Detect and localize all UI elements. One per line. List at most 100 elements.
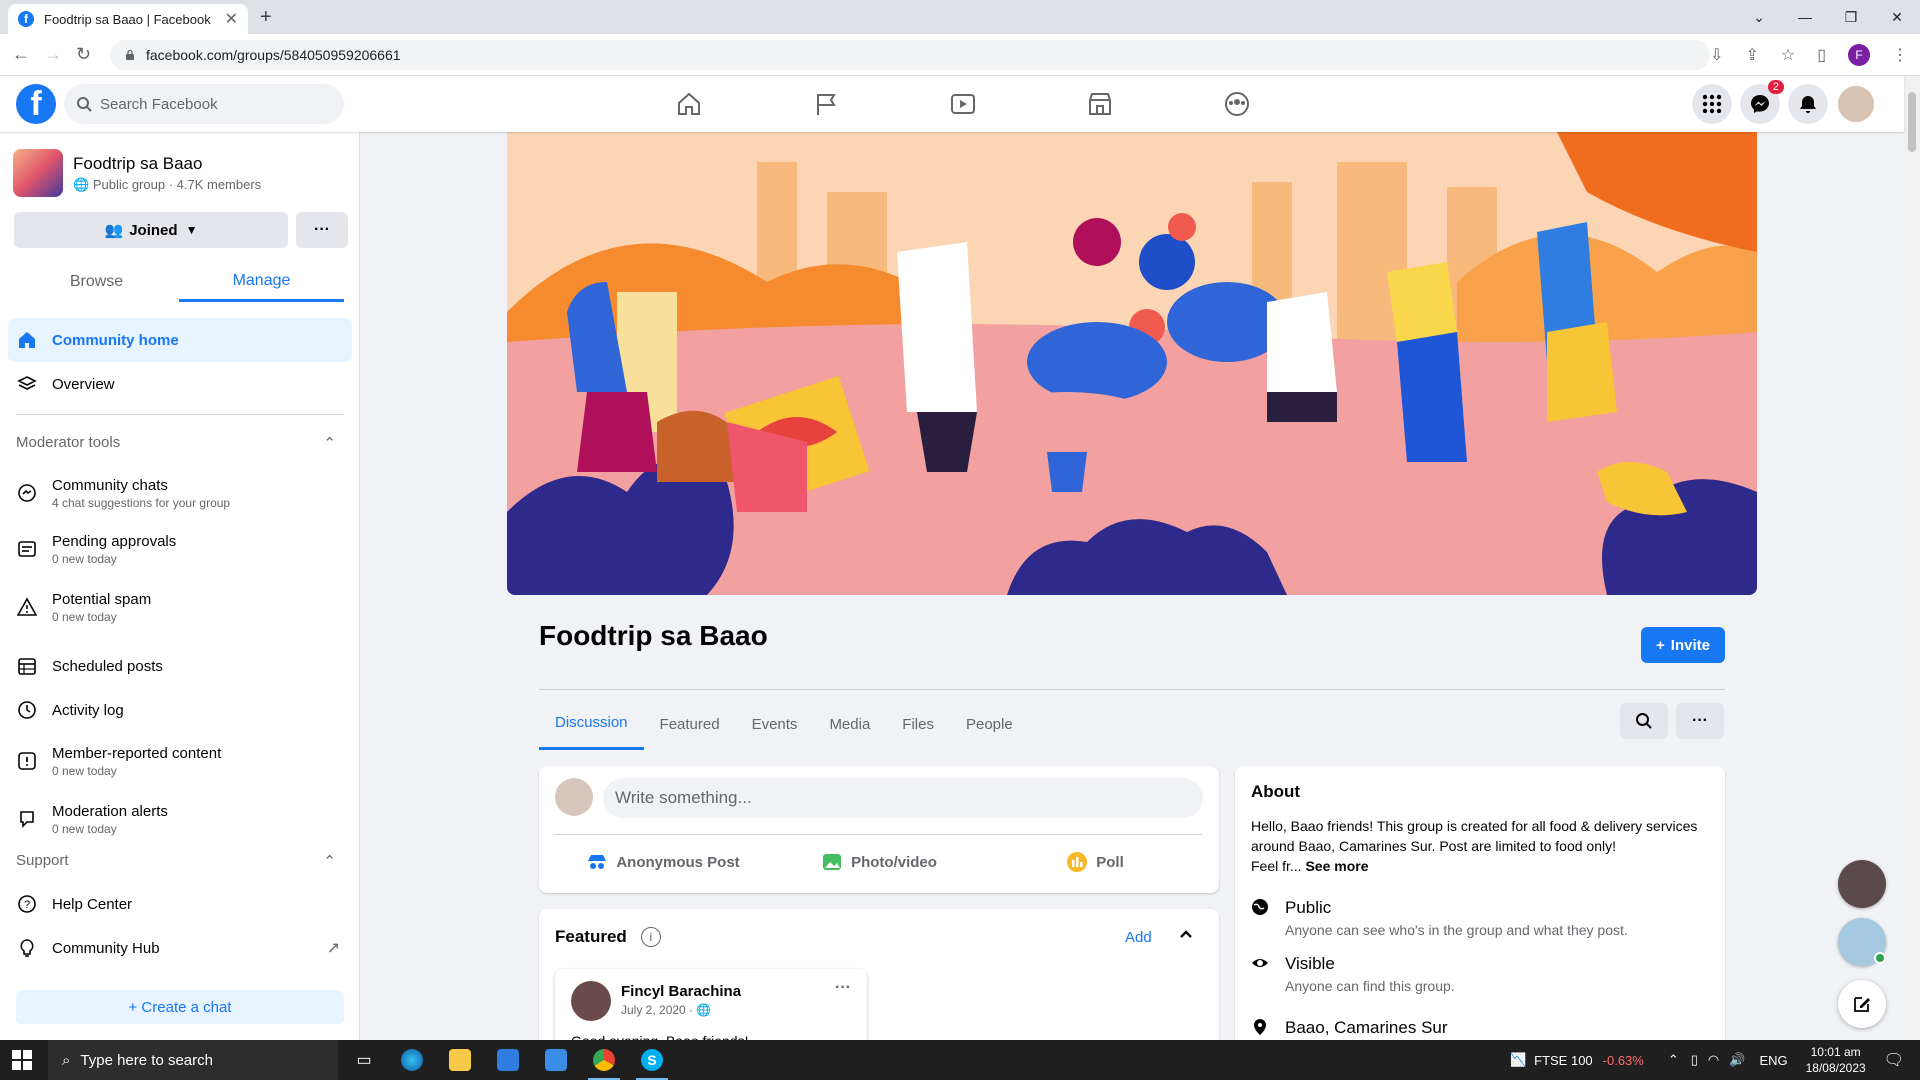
minimize-button[interactable]: —: [1782, 0, 1828, 34]
sidebar-item-help-center[interactable]: ? Help Center: [8, 882, 352, 926]
nav-pages[interactable]: [757, 76, 894, 132]
volume-icon[interactable]: 🔊: [1729, 1052, 1745, 1068]
chevron-up-icon[interactable]: ⌃: [323, 852, 336, 870]
tab-events[interactable]: Events: [736, 698, 814, 750]
browser-profile-avatar[interactable]: F: [1848, 44, 1870, 66]
scrollbar-thumb[interactable]: [1908, 92, 1916, 152]
restore-button[interactable]: ❐: [1828, 0, 1874, 34]
nav-home[interactable]: [620, 76, 757, 132]
file-explorer-icon[interactable]: [436, 1040, 484, 1080]
group-cover-photo: [507, 132, 1757, 595]
browser-tab[interactable]: f Foodtrip sa Baao | Facebook ✕: [8, 4, 248, 34]
chevron-up-icon[interactable]: [1179, 929, 1193, 939]
tab-featured[interactable]: Featured: [644, 698, 736, 750]
anonymous-post-button[interactable]: Anonymous Post: [555, 842, 771, 882]
store-icon[interactable]: [484, 1040, 532, 1080]
page-scrollbar[interactable]: [1904, 76, 1920, 1040]
back-button[interactable]: ←: [12, 44, 30, 65]
sidebar-divider: [16, 414, 344, 415]
windows-start-icon[interactable]: [12, 1050, 32, 1070]
write-something-input[interactable]: Write something...: [603, 778, 1203, 818]
sidebar-item-overview[interactable]: Overview: [8, 362, 352, 406]
reload-button[interactable]: ↻: [76, 44, 91, 65]
sidebar-item-moderation-alerts[interactable]: Moderation alerts 0 new today: [8, 794, 352, 844]
browser-menu-icon[interactable]: ⋮: [1892, 45, 1908, 65]
tab-media[interactable]: Media: [813, 698, 886, 750]
messenger-button[interactable]: 2: [1740, 80, 1784, 124]
notification-center-icon[interactable]: 🗨: [1884, 1050, 1904, 1070]
facebook-search-input[interactable]: Search Facebook: [64, 84, 344, 124]
chat-head-avatar[interactable]: [1838, 860, 1886, 908]
mail-icon[interactable]: [532, 1040, 580, 1080]
create-chat-button[interactable]: + Create a chat: [16, 990, 344, 1024]
featured-post-card[interactable]: Fincyl Barachina July 2, 2020 · 🌐 ··· Go…: [555, 969, 867, 1049]
photo-video-button[interactable]: Photo/video: [771, 842, 987, 882]
moderator-tools-header[interactable]: Moderator tools ⌃: [16, 434, 336, 452]
stock-ticker-widget[interactable]: 📉 FTSE 100 -0.63%: [1510, 1052, 1644, 1068]
group-more-button[interactable]: ···: [1676, 703, 1724, 739]
address-bar[interactable]: facebook.com/groups/584050959206661: [110, 40, 1710, 70]
post-author[interactable]: Fincyl Barachina: [621, 983, 741, 1000]
eye-icon: [1251, 954, 1273, 994]
clock[interactable]: 10:01 am 18/08/2023: [1806, 1044, 1866, 1076]
sidebar-item-scheduled-posts[interactable]: Scheduled posts: [8, 644, 352, 688]
sidebar-item-community-home[interactable]: Community home: [8, 318, 352, 362]
skype-icon[interactable]: S: [628, 1040, 676, 1080]
chat-head-avatar[interactable]: [1838, 918, 1886, 966]
menu-button[interactable]: [1692, 84, 1732, 124]
group-search-button[interactable]: [1620, 703, 1668, 739]
side-panel-icon[interactable]: ▯: [1817, 45, 1826, 65]
nav-groups[interactable]: [1168, 76, 1305, 132]
joined-button[interactable]: 👥 Joined ▼: [14, 212, 288, 248]
language-indicator[interactable]: ENG: [1759, 1053, 1787, 1068]
chevron-up-icon[interactable]: ⌃: [1668, 1052, 1679, 1068]
sidebar-item-pending-approvals[interactable]: Pending approvals 0 new today: [8, 524, 352, 574]
nav-watch[interactable]: [894, 76, 1031, 132]
tab-files[interactable]: Files: [886, 698, 950, 750]
bookmark-star-icon[interactable]: ☆: [1781, 45, 1795, 65]
task-view-icon[interactable]: ▭: [340, 1040, 388, 1080]
post-more-icon[interactable]: ···: [835, 979, 851, 997]
bell-icon: [1800, 96, 1816, 113]
tab-people[interactable]: People: [950, 698, 1029, 750]
chrome-icon[interactable]: [580, 1040, 628, 1080]
edge-icon[interactable]: [388, 1040, 436, 1080]
browser-tools: ⇩ ⇪ ☆ ▯ F ⋮: [1710, 44, 1908, 66]
poll-button[interactable]: Poll: [987, 842, 1203, 882]
wifi-icon[interactable]: ◠: [1708, 1052, 1719, 1068]
chevron-up-icon[interactable]: ⌃: [323, 434, 336, 452]
nav-marketplace[interactable]: [1031, 76, 1168, 132]
close-window-button[interactable]: ✕: [1874, 0, 1920, 34]
sidebar-item-activity-log[interactable]: Activity log: [8, 688, 352, 732]
tab-discussion[interactable]: Discussion: [539, 698, 644, 750]
invite-button[interactable]: + Invite: [1641, 627, 1725, 663]
tab-browse[interactable]: Browse: [14, 262, 179, 302]
tab-manage[interactable]: Manage: [179, 262, 344, 302]
share-icon[interactable]: ⇪: [1745, 45, 1758, 65]
search-placeholder: Search Facebook: [100, 95, 218, 113]
info-icon[interactable]: i: [640, 927, 661, 947]
new-tab-button[interactable]: +: [260, 6, 272, 29]
see-more-link[interactable]: See more: [1305, 858, 1368, 874]
group-identity[interactable]: Foodtrip sa Baao 🌐 Public group · 4.7K m…: [13, 149, 261, 197]
sidebar-item-community-chats[interactable]: Community chats 4 chat suggestions for yo…: [8, 468, 352, 518]
support-header[interactable]: Support ⌃: [16, 852, 336, 870]
sidebar-item-potential-spam[interactable]: Potential spam 0 new today: [8, 582, 352, 632]
sidebar-item-community-hub[interactable]: Community Hub ↗: [8, 926, 352, 970]
flag-icon: [816, 94, 836, 115]
tab-search-icon[interactable]: ⌄: [1736, 0, 1782, 34]
forward-button[interactable]: →: [44, 44, 62, 65]
account-avatar[interactable]: [1836, 84, 1876, 124]
battery-icon[interactable]: ▯: [1691, 1052, 1698, 1068]
sidebar-item-member-reported[interactable]: Member-reported content 0 new today: [8, 736, 352, 786]
featured-add-link[interactable]: Add: [1125, 929, 1152, 946]
new-message-button[interactable]: [1838, 980, 1886, 1028]
taskbar-search[interactable]: ⌕ Type here to search: [48, 1040, 338, 1080]
author-avatar[interactable]: [571, 981, 611, 1021]
stock-chart-icon: 📉: [1509, 1052, 1527, 1067]
notifications-button[interactable]: [1788, 84, 1828, 124]
more-options-button[interactable]: ···: [296, 212, 348, 248]
close-tab-icon[interactable]: ✕: [225, 9, 238, 29]
install-icon[interactable]: ⇩: [1710, 45, 1723, 65]
facebook-logo-icon[interactable]: f: [16, 84, 56, 124]
